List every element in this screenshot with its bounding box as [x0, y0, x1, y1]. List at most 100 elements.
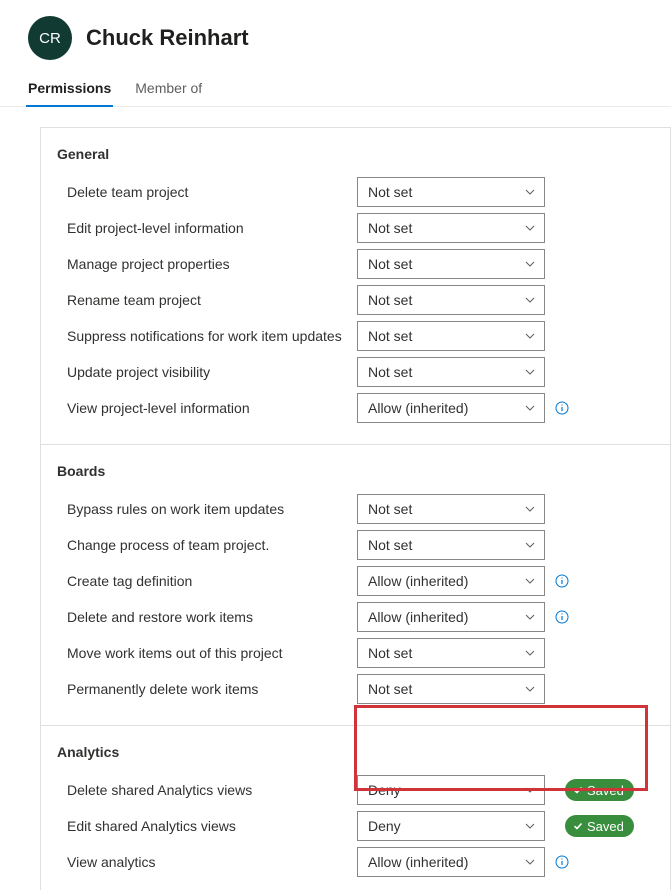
permission-select[interactable]: Not set: [357, 177, 545, 207]
permission-select-value: Not set: [368, 184, 412, 200]
permission-label: Update project visibility: [57, 364, 357, 380]
permission-label: Rename team project: [57, 292, 357, 308]
permission-row: Bypass rules on work item updatesNot set: [57, 491, 654, 527]
permission-select-value: Deny: [368, 818, 401, 834]
permission-select[interactable]: Not set: [357, 357, 545, 387]
section-title-general: General: [57, 146, 654, 162]
permission-label: Create tag definition: [57, 573, 357, 589]
permission-select[interactable]: Deny: [357, 775, 545, 805]
permission-label: Delete and restore work items: [57, 609, 357, 625]
permission-select[interactable]: Not set: [357, 674, 545, 704]
permission-select[interactable]: Not set: [357, 285, 545, 315]
info-icon[interactable]: [555, 855, 569, 869]
permission-select[interactable]: Not set: [357, 321, 545, 351]
chevron-down-icon: [524, 611, 536, 623]
permissions-panel: General Delete team projectNot setEdit p…: [40, 127, 671, 890]
chevron-down-icon: [524, 503, 536, 515]
permission-select-value: Allow (inherited): [368, 854, 468, 870]
permission-select[interactable]: Allow (inherited): [357, 847, 545, 877]
chevron-down-icon: [524, 258, 536, 270]
saved-badge-label: Saved: [587, 783, 624, 798]
chevron-down-icon: [524, 366, 536, 378]
tab-label: Permissions: [28, 80, 111, 96]
section-title-analytics: Analytics: [57, 744, 654, 760]
chevron-down-icon: [524, 330, 536, 342]
tab-member-of[interactable]: Member of: [135, 72, 202, 106]
permission-select-value: Deny: [368, 782, 401, 798]
permission-select-value: Not set: [368, 220, 412, 236]
permission-label: Delete shared Analytics views: [57, 782, 357, 798]
tabs: Permissions Member of: [0, 68, 671, 107]
permission-row: View project-level information Allow (inh…: [57, 390, 654, 426]
info-icon[interactable]: [555, 401, 569, 415]
chevron-down-icon: [524, 683, 536, 695]
permission-row: Manage project properties Not set: [57, 246, 654, 282]
permission-select[interactable]: Allow (inherited): [357, 566, 545, 596]
permission-row: Edit shared Analytics views Deny Saved: [57, 808, 654, 844]
permission-row: Rename team project Not set: [57, 282, 654, 318]
page-title: Chuck Reinhart: [86, 25, 249, 51]
chevron-down-icon: [524, 575, 536, 587]
permission-label: Change process of team project.: [57, 537, 357, 553]
section-general: General Delete team projectNot setEdit p…: [41, 128, 670, 436]
permission-row: Permanently delete work items Not set: [57, 671, 654, 707]
avatar: CR: [28, 16, 72, 60]
permission-row: Change process of team project. Not set: [57, 527, 654, 563]
permission-select[interactable]: Not set: [357, 530, 545, 560]
chevron-down-icon: [524, 222, 536, 234]
section-boards: Boards Bypass rules on work item updates…: [41, 445, 670, 717]
permission-label: Manage project properties: [57, 256, 357, 272]
permission-label: Move work items out of this project: [57, 645, 357, 661]
chevron-down-icon: [524, 186, 536, 198]
permission-select-value: Not set: [368, 681, 412, 697]
permission-label: Bypass rules on work item updates: [57, 501, 357, 517]
permission-select[interactable]: Allow (inherited): [357, 393, 545, 423]
saved-badge-label: Saved: [587, 819, 624, 834]
permission-select-value: Not set: [368, 537, 412, 553]
avatar-initials: CR: [39, 30, 61, 47]
permission-label: View project-level information: [57, 400, 357, 416]
permission-row: Delete team project Not set: [57, 174, 654, 210]
permission-select-value: Allow (inherited): [368, 400, 468, 416]
chevron-down-icon: [524, 784, 536, 796]
permission-label: Delete team project: [57, 184, 357, 200]
info-icon[interactable]: [555, 610, 569, 624]
permission-select-value: Allow (inherited): [368, 609, 468, 625]
permission-select-value: Not set: [368, 364, 412, 380]
permission-label: Suppress notifications for work item upd…: [57, 328, 357, 344]
permission-label: View analytics: [57, 854, 357, 870]
user-header: CR Chuck Reinhart: [0, 0, 671, 68]
permission-select-value: Allow (inherited): [368, 573, 468, 589]
permission-select[interactable]: Not set: [357, 494, 545, 524]
permission-label: Permanently delete work items: [57, 681, 357, 697]
permission-select-value: Not set: [368, 256, 412, 272]
chevron-down-icon: [524, 820, 536, 832]
section-analytics: Analytics Delete shared Analytics viewsD…: [41, 726, 670, 890]
permission-select-value: Not set: [368, 328, 412, 344]
permission-select[interactable]: Not set: [357, 213, 545, 243]
saved-badge: Saved: [565, 815, 634, 837]
chevron-down-icon: [524, 402, 536, 414]
permission-row: Delete shared Analytics views Deny Saved: [57, 772, 654, 808]
permission-row: Create tag definition Allow (inherited): [57, 563, 654, 599]
permission-select[interactable]: Not set: [357, 638, 545, 668]
chevron-down-icon: [524, 856, 536, 868]
permission-label: Edit project-level information: [57, 220, 357, 236]
chevron-down-icon: [524, 294, 536, 306]
permission-select[interactable]: Not set: [357, 249, 545, 279]
permission-select-value: Not set: [368, 645, 412, 661]
permission-select[interactable]: Allow (inherited): [357, 602, 545, 632]
info-icon[interactable]: [555, 574, 569, 588]
chevron-down-icon: [524, 647, 536, 659]
permission-select-value: Not set: [368, 292, 412, 308]
permission-row: Suppress notifications for work item upd…: [57, 318, 654, 354]
permission-label: Edit shared Analytics views: [57, 818, 357, 834]
tab-permissions[interactable]: Permissions: [28, 72, 111, 106]
permission-row: Edit project-level information Not set: [57, 210, 654, 246]
section-title-boards: Boards: [57, 463, 654, 479]
chevron-down-icon: [524, 539, 536, 551]
permission-row: Move work items out of this project Not s…: [57, 635, 654, 671]
tab-label: Member of: [135, 80, 202, 96]
permission-select[interactable]: Deny: [357, 811, 545, 841]
permission-row: Delete and restore work items Allow (inhe…: [57, 599, 654, 635]
